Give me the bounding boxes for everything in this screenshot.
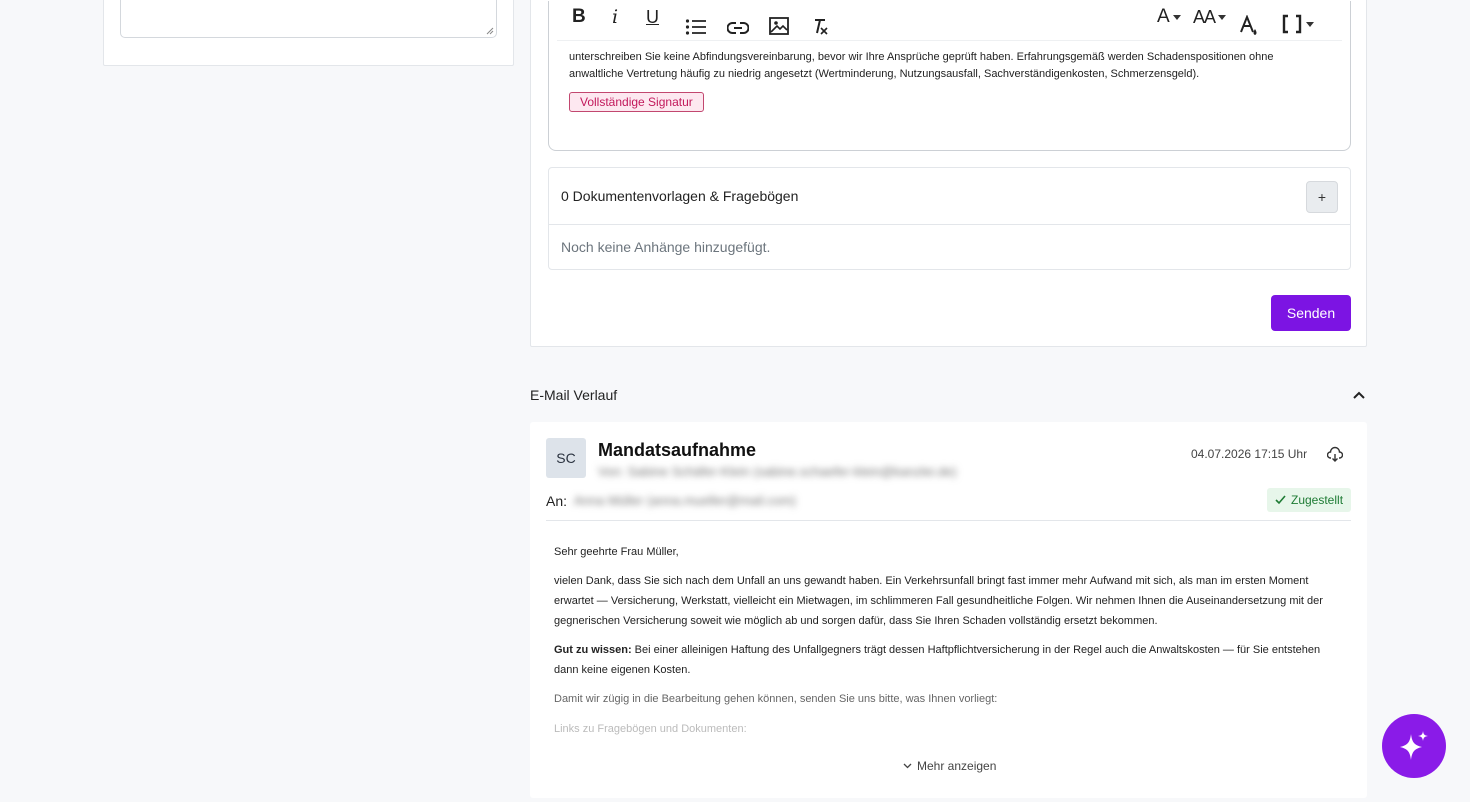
sender-avatar: SC xyxy=(546,438,586,478)
tip-text: Bei einer alleinigen Haftung des Unfallg… xyxy=(554,644,1321,676)
show-more-label: Mehr anzeigen xyxy=(917,759,997,773)
editor-content[interactable]: unterschreiben Sie keine Abfindungsverei… xyxy=(569,49,1339,83)
email-greeting: Sehr geehrte Frau Müller, xyxy=(554,546,679,558)
font-family-icon: A xyxy=(1157,6,1170,27)
bullet-list-icon xyxy=(685,19,706,35)
bold-icon: B xyxy=(572,6,586,27)
email-paragraph: Links zu Fragebögen und Dokumenten: xyxy=(554,723,747,735)
clear-format-button[interactable] xyxy=(811,16,829,38)
email-date: 04.07.2026 17:15 Uhr xyxy=(1191,447,1308,461)
email-history-item: SC Mandatsaufnahme Von: Sabine Schäfer-K… xyxy=(530,422,1367,798)
email-composer-card: B i U A AA unterschreiben Sie keine Abfi… xyxy=(530,0,1367,347)
rich-text-editor[interactable]: B i U A AA unterschreiben Sie keine Abfi… xyxy=(548,1,1351,151)
email-history-title: E-Mail Verlauf xyxy=(530,387,618,403)
chevron-down-icon xyxy=(1172,14,1181,20)
editor-line: unterschreiben Sie keine Abfindungsverei… xyxy=(569,51,1274,63)
tip-label: Gut zu wissen: xyxy=(554,644,632,656)
bullet-list-button[interactable] xyxy=(685,16,707,38)
status-badge: Zugestellt xyxy=(1267,488,1352,512)
chevron-down-icon xyxy=(903,763,912,769)
signature-chip[interactable]: Vollständige Signatur xyxy=(569,92,704,112)
brackets-icon xyxy=(1282,14,1302,34)
email-sender: Von: Sabine Schäfer-Klein (sabine.schaef… xyxy=(598,464,957,479)
link-button[interactable] xyxy=(727,17,749,39)
attachments-empty-text: Noch keine Anhänge hinzugefügt. xyxy=(561,239,771,255)
email-body: Sehr geehrte Frau Müller, vielen Dank, d… xyxy=(554,542,1334,748)
font-size-dropdown[interactable]: AA xyxy=(1193,6,1227,28)
chevron-up-icon[interactable] xyxy=(1352,389,1366,401)
show-more-link[interactable]: Mehr anzeigen xyxy=(903,759,996,773)
image-icon xyxy=(769,17,789,35)
email-paragraph: Damit wir zügig in die Bearbeitung gehen… xyxy=(554,693,998,705)
editor-line: anwaltliche Vertretung häufig zu niedrig… xyxy=(569,68,1200,80)
email-subject: Mandatsaufnahme xyxy=(598,440,757,460)
add-attachment-button[interactable]: + xyxy=(1306,181,1338,213)
ai-assistant-button[interactable] xyxy=(1382,714,1446,778)
font-size-icon: AA xyxy=(1193,7,1216,27)
recipient-label: An: xyxy=(546,493,568,509)
email-tip: Gut zu wissen: Bei einer alleinigen Haft… xyxy=(554,640,1334,680)
link-icon xyxy=(727,22,749,34)
email-paragraph: vielen Dank, dass Sie sich nach dem Unfa… xyxy=(554,575,1323,627)
sparkle-icon xyxy=(1400,731,1428,760)
source-code-dropdown[interactable] xyxy=(1281,13,1314,35)
attachments-header: 0 Dokumentenvorlagen & Fragebögen + xyxy=(549,168,1350,225)
chevron-down-icon xyxy=(1306,21,1314,27)
image-button[interactable] xyxy=(769,15,789,37)
italic-icon: i xyxy=(612,6,619,28)
attachments-panel: 0 Dokumentenvorlagen & Fragebögen + Noch… xyxy=(548,167,1351,270)
underline-icon: U xyxy=(646,7,659,27)
resize-grip-icon[interactable] xyxy=(486,27,494,35)
bold-button[interactable]: B xyxy=(572,6,586,28)
clear-format-icon xyxy=(815,19,828,35)
text-color-button[interactable] xyxy=(1239,15,1259,37)
editor-toolbar: B i U A AA xyxy=(557,1,1342,41)
check-icon xyxy=(1275,495,1286,505)
text-color-icon xyxy=(1240,15,1257,35)
italic-button[interactable]: i xyxy=(612,6,618,28)
notes-textarea[interactable] xyxy=(120,0,497,38)
cloud-download-icon[interactable] xyxy=(1327,446,1343,462)
chevron-down-icon xyxy=(1218,14,1227,20)
status-text: Zugestellt xyxy=(1291,493,1344,507)
divider xyxy=(546,520,1351,521)
recipient-value: Anna Müller (anna.mueller@mail.com) xyxy=(574,493,796,508)
send-button[interactable]: Senden xyxy=(1271,295,1351,331)
attachments-title: 0 Dokumentenvorlagen & Fragebögen xyxy=(561,188,799,204)
underline-button[interactable]: U xyxy=(646,6,659,28)
notes-card xyxy=(103,0,514,66)
font-family-dropdown[interactable]: A xyxy=(1157,6,1181,28)
